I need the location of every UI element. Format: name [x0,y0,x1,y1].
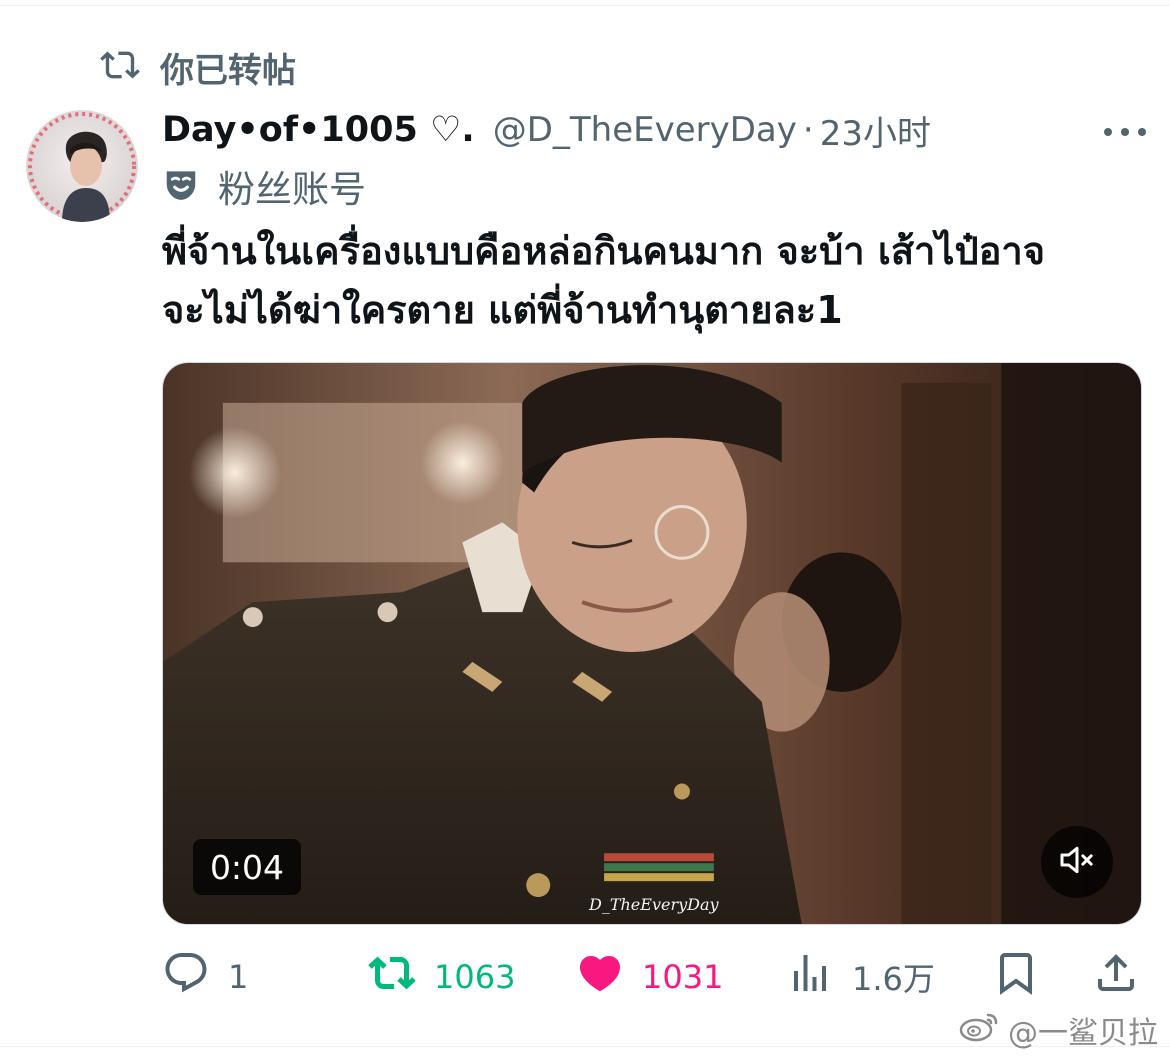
mute-button[interactable] [1041,826,1113,898]
mute-icon [1057,840,1097,884]
fan-account-label: 粉丝账号 [218,168,366,211]
retweet-icon [100,45,140,89]
weibo-icon [958,1009,1008,1051]
reply-button[interactable]: 1 [162,948,248,1006]
tweet-text: พี่จ้านในเครื่องแบบคือหล่อกินคนมาก จะบ้า… [162,222,1152,340]
video-frame [163,363,1141,924]
top-divider [0,5,1170,6]
fan-account-badge: 粉丝账号 [162,160,366,212]
reply-count: 1 [228,958,249,996]
more-icon[interactable] [1100,122,1150,142]
avatar[interactable] [26,110,138,222]
reply-icon [162,949,210,1005]
views-button[interactable]: 1.6万 [786,948,935,1006]
tweet-actions: 1 1063 1031 1.6万 [162,948,1142,1006]
weibo-watermark: @一鲨贝拉 [958,1008,1158,1052]
video-duration-badge: 0:04 [193,839,301,895]
share-button[interactable] [1092,948,1140,1006]
tweet-header: Day•of•1005 ♡. @D_TheEveryDay · 23小时 [162,104,1152,156]
like-count: 1031 [642,958,724,996]
video-player[interactable]: 0:04 D_TheEveryDay [162,362,1142,925]
bookmark-icon [992,949,1040,1005]
display-name[interactable]: Day•of•1005 ♡. [162,110,475,150]
bookmark-button[interactable] [992,948,1040,1006]
separator-dot: · [802,110,814,150]
weibo-watermark-text: @一鲨贝拉 [1008,1016,1158,1051]
video-watermark: D_TheEveryDay [589,895,719,914]
retweet-count: 1063 [434,958,516,996]
like-icon [576,949,624,1005]
user-handle[interactable]: @D_TheEveryDay [493,110,797,150]
fan-account-icon [162,165,200,207]
retweet-icon [368,949,416,1005]
timestamp[interactable]: 23小时 [820,106,931,155]
repost-indicator[interactable]: 你已转帖 [100,44,296,91]
repost-label: 你已转帖 [160,50,296,91]
tweet-text-line-1: พี่จ้านในเครื่องแบบคือหล่อกินคนมาก จะบ้า… [162,229,1046,273]
share-icon [1092,949,1140,1005]
like-button[interactable]: 1031 [576,948,723,1006]
tweet-text-line-2: จะไม่ได้ฆ่าใครตาย แต่พี่จ้านทำนุตายละ1 [162,288,843,332]
retweet-button[interactable]: 1063 [368,948,515,1006]
views-count: 1.6万 [852,960,935,998]
views-icon [786,949,834,1005]
